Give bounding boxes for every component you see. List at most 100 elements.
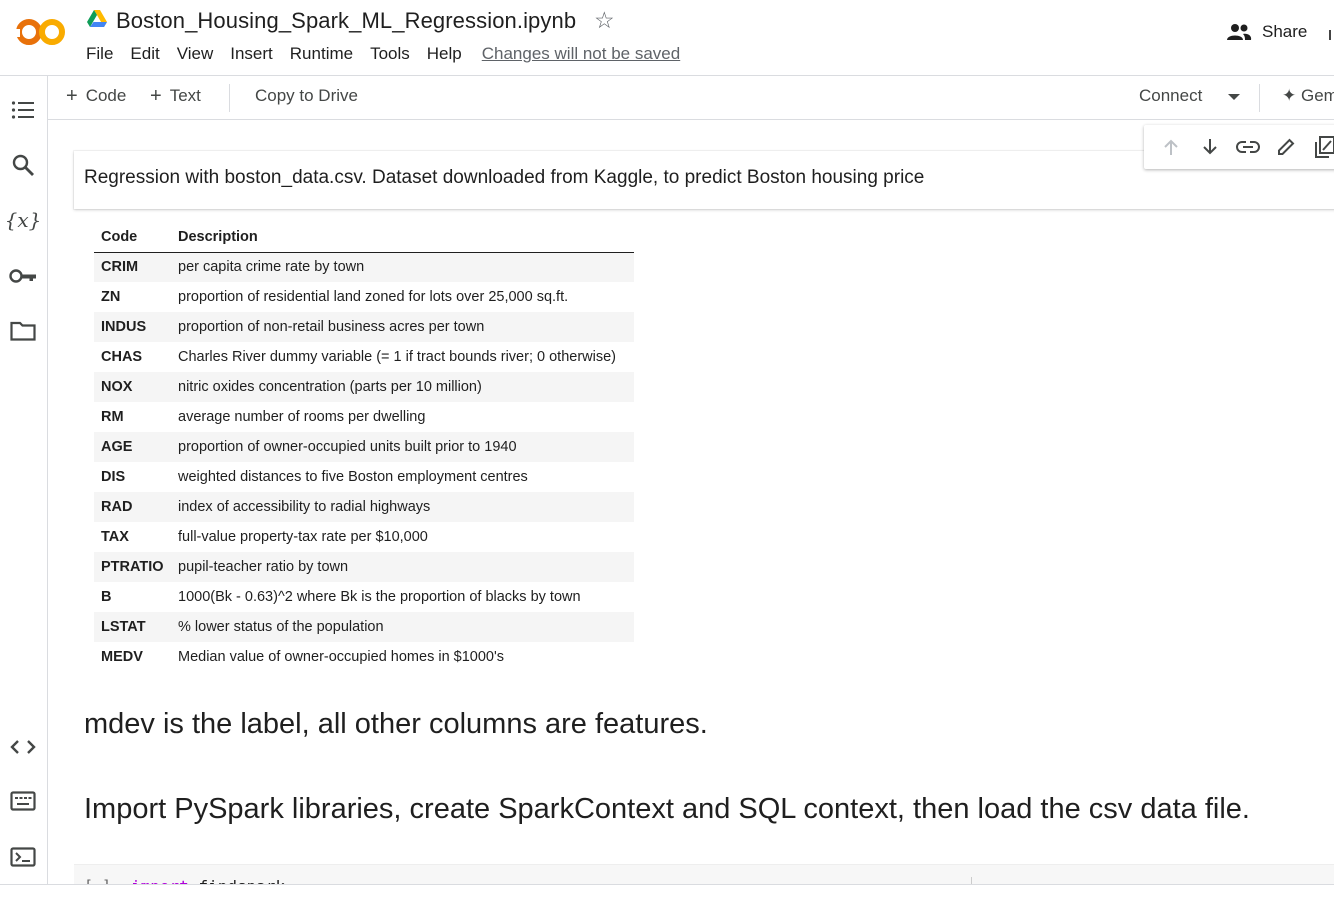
terminal-icon[interactable]	[9, 843, 37, 871]
add-code-label: Code	[85, 86, 127, 105]
edit-pencil-icon[interactable]	[1267, 127, 1305, 167]
cell-description: full-value property-tax rate per $10,000	[178, 529, 428, 545]
cell-code: AGE	[94, 432, 171, 462]
gemini-button[interactable]: ✦ Gemini	[1282, 86, 1334, 106]
google-drive-icon	[87, 10, 107, 27]
cell-description: index of accessibility to radial highway…	[171, 492, 634, 522]
move-cell-up-icon[interactable]	[1152, 127, 1190, 167]
table-body: CRIM per capita crime rate by town ZN propo…	[94, 252, 634, 672]
table-row: INDUS proportion of non-retail business a…	[94, 312, 634, 342]
code-cell[interactable]: [ ] import findspark	[74, 864, 1334, 884]
toolbar-divider	[1259, 84, 1260, 112]
execution-count-bracket[interactable]: [ ]	[84, 877, 111, 884]
menu-file[interactable]: File	[86, 44, 113, 64]
cell-description: per capita crime rate by town	[171, 252, 634, 282]
menu-tools[interactable]: Tools	[370, 44, 410, 64]
table-of-contents-icon[interactable]	[9, 96, 37, 124]
table-row: NOX nitric oxides concentration (parts pe…	[94, 372, 634, 402]
code-cell-divider	[971, 877, 972, 884]
cell-code: MEDV	[101, 649, 143, 665]
cell-code: CRIM	[94, 252, 171, 282]
heading-import-pyspark: Import PySpark libraries, create SparkCo…	[84, 793, 1250, 825]
notebook-toolbar: + Code + Text Copy to Drive Connect ✦ Ge…	[48, 76, 1334, 120]
cell-description: weighted distances to five Boston employ…	[178, 469, 528, 485]
table-row: ZN proportion of residential land zoned f…	[94, 282, 634, 312]
variables-icon[interactable]: {x}	[5, 206, 42, 234]
table-row: CHAS Charles River dummy variable (= 1 if…	[94, 342, 634, 372]
link-icon[interactable]	[1229, 127, 1267, 167]
menu-help[interactable]: Help	[427, 44, 462, 64]
plus-icon: +	[66, 85, 78, 107]
gemini-label: Gemini	[1300, 86, 1334, 105]
cell-code: NOX	[94, 372, 171, 402]
share-label: Share	[1262, 22, 1308, 41]
connect-button[interactable]: Connect	[1139, 86, 1202, 106]
command-palette-icon[interactable]	[9, 787, 37, 815]
table-row: CRIM per capita crime rate by town	[94, 252, 634, 282]
colab-logo[interactable]	[14, 14, 68, 50]
add-text-button[interactable]: + Text	[150, 86, 201, 106]
cell-code: ZN	[101, 289, 121, 305]
menu-edit[interactable]: Edit	[130, 44, 159, 64]
cell-description: proportion of owner-occupied units built…	[171, 432, 634, 462]
cell-code: CHAS	[101, 349, 143, 365]
cell-code: DIS	[101, 469, 126, 485]
cell-description: % lower status of the population	[171, 612, 634, 642]
code-line[interactable]: import findspark	[131, 877, 285, 884]
cell-code: TAX	[101, 529, 129, 545]
sparkle-icon: ✦	[1282, 86, 1301, 105]
code-module: findspark	[198, 877, 285, 884]
settings-edge[interactable]	[1329, 30, 1334, 40]
table-row: LSTAT% lower status of the population	[94, 612, 634, 642]
table-row: B 1000(Bk - 0.63)^2 where Bk is the propo…	[94, 582, 634, 612]
data-dictionary-table: Code Description CRIM per capita crime ra…	[94, 222, 634, 672]
menu-insert[interactable]: Insert	[230, 44, 273, 64]
cell-description: average number of rooms per dwelling	[178, 409, 426, 425]
share-button[interactable]: Share	[1226, 22, 1307, 42]
connect-dropdown-caret-icon[interactable]	[1228, 94, 1240, 100]
cell-description: proportion of residential land zoned for…	[178, 289, 569, 305]
cell-description: pupil-teacher ratio by town	[171, 552, 634, 582]
copy-to-drive-button[interactable]: Copy to Drive	[255, 86, 358, 106]
plus-icon: +	[150, 85, 162, 107]
cell-code: RM	[101, 409, 124, 425]
secrets-key-icon[interactable]	[9, 262, 37, 290]
cell-code: INDUS	[94, 312, 171, 342]
status-bar	[0, 884, 1334, 909]
cell-code: LSTAT	[94, 612, 171, 642]
mirror-cell-icon[interactable]	[1306, 127, 1334, 167]
column-header-code: Code	[94, 222, 171, 253]
cell-code: PTRATIO	[94, 552, 171, 582]
cell-code: RAD	[94, 492, 171, 522]
table-row: RM average number of rooms per dwelling	[94, 402, 634, 432]
toolbar-divider	[229, 84, 230, 112]
header: Boston_Housing_Spark_ML_Regression.ipynb…	[0, 0, 1334, 76]
cell-description: Charles River dummy variable (= 1 if tra…	[178, 349, 616, 365]
table-row: MEDV Median value of owner-occupied homes…	[94, 642, 634, 672]
notebook-title[interactable]: Boston_Housing_Spark_ML_Regression.ipynb	[116, 8, 576, 34]
notebook-content: Regression with boston_data.csv. Dataset…	[48, 121, 1334, 884]
code-keyword: import	[131, 877, 189, 884]
star-icon[interactable]: ☆	[594, 7, 615, 34]
people-icon	[1227, 24, 1252, 40]
intro-text: Regression with boston_data.csv. Dataset…	[84, 167, 925, 188]
cell-code: B	[101, 589, 112, 605]
left-sidebar: {x}	[0, 76, 48, 884]
files-folder-icon[interactable]	[9, 317, 37, 345]
menu-runtime[interactable]: Runtime	[290, 44, 353, 64]
cell-toolbar	[1144, 125, 1334, 169]
table-row: RAD index of accessibility to radial high…	[94, 492, 634, 522]
table-row: PTRATIO pupil-teacher ratio by town	[94, 552, 634, 582]
add-code-button[interactable]: + Code	[66, 86, 126, 106]
table-row: DIS weighted distances to five Boston emp…	[94, 462, 634, 492]
unsaved-notice-link[interactable]: Changes will not be saved	[482, 44, 680, 64]
code-snippets-icon[interactable]	[9, 733, 37, 761]
add-text-label: Text	[169, 86, 201, 105]
column-header-description: Description	[171, 222, 634, 253]
search-icon[interactable]	[9, 151, 37, 179]
move-cell-down-icon[interactable]	[1190, 127, 1228, 167]
table-header-row: Code Description	[94, 222, 634, 253]
cell-description: nitric oxides concentration (parts per 1…	[171, 372, 634, 402]
table-row: AGE proportion of owner-occupied units bu…	[94, 432, 634, 462]
menu-view[interactable]: View	[177, 44, 214, 64]
